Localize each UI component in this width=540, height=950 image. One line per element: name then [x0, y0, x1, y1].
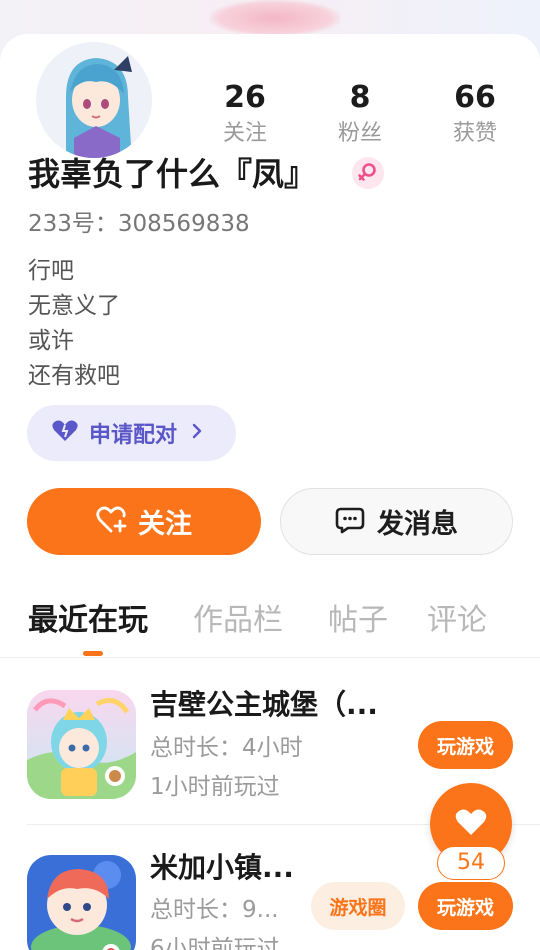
send-message-button[interactable]: 发消息: [280, 488, 513, 555]
game-duration: 总时长：9...: [150, 897, 279, 923]
profile-name: 我辜负了什么『凤』: [28, 155, 317, 193]
game-icon-miga-town[interactable]: [27, 855, 136, 950]
play-game-button[interactable]: 玩游戏: [418, 882, 513, 930]
heart-plus-icon: [96, 505, 128, 539]
game-last-played: 6小时前玩过: [150, 936, 280, 950]
chat-bubble-icon: [335, 506, 365, 538]
bio-line: 行吧: [28, 258, 74, 284]
stat-likes-label: 获赞: [452, 121, 497, 146]
avatar-image: [36, 42, 152, 158]
stat-following-value: 26: [224, 80, 266, 115]
female-icon: [352, 157, 384, 189]
game-icon-princess-castle[interactable]: [27, 690, 136, 799]
stat-followers-label: 粉丝: [337, 121, 382, 146]
apply-pair-button[interactable]: 申请配对: [27, 405, 236, 461]
game-duration: 总时长：4小时: [150, 735, 303, 761]
tabs-divider: [0, 657, 540, 658]
game-circle-button[interactable]: 游戏圈: [311, 882, 405, 930]
avatar[interactable]: [36, 42, 152, 158]
send-message-label: 发消息: [377, 509, 458, 540]
follow-label: 关注: [138, 509, 192, 540]
heart-icon: [454, 807, 488, 841]
follow-button[interactable]: 关注: [27, 488, 261, 555]
bio: 行吧 无意义了 或许 还有救吧: [28, 254, 120, 394]
game-title[interactable]: 米加小镇...: [150, 849, 294, 887]
stat-following-label: 关注: [222, 121, 267, 146]
stat-followers-value: 8: [349, 80, 371, 115]
heart-pair-icon: [51, 419, 79, 447]
tab-posts[interactable]: 帖子: [328, 600, 388, 642]
stat-likes[interactable]: 66 获赞: [425, 78, 525, 150]
user-id: 233号：308569838: [28, 211, 250, 237]
tab-recently-played[interactable]: 最近在玩: [28, 600, 148, 642]
game-last-played: 1小时前玩过: [150, 774, 280, 800]
game-title[interactable]: 吉壁公主城堡（...: [150, 686, 378, 724]
banner-decoration: [210, 0, 340, 36]
bio-line: 还有救吧: [28, 363, 120, 389]
tab-works[interactable]: 作品栏: [193, 600, 283, 642]
bio-line: 无意义了: [28, 293, 120, 319]
chevron-right-icon: [191, 422, 203, 444]
stat-likes-value: 66: [454, 80, 496, 115]
stat-followers[interactable]: 8 粉丝: [310, 78, 410, 150]
apply-pair-label: 申请配对: [89, 423, 178, 448]
play-game-button[interactable]: 玩游戏: [418, 721, 513, 769]
profile-tabs: 最近在玩 作品栏 帖子 评论: [0, 600, 540, 658]
stat-following[interactable]: 26 关注: [195, 78, 295, 150]
like-count: 54: [437, 846, 505, 880]
tab-comments[interactable]: 评论: [427, 600, 487, 642]
tab-indicator: [83, 651, 103, 656]
bio-line: 或许: [28, 328, 74, 354]
